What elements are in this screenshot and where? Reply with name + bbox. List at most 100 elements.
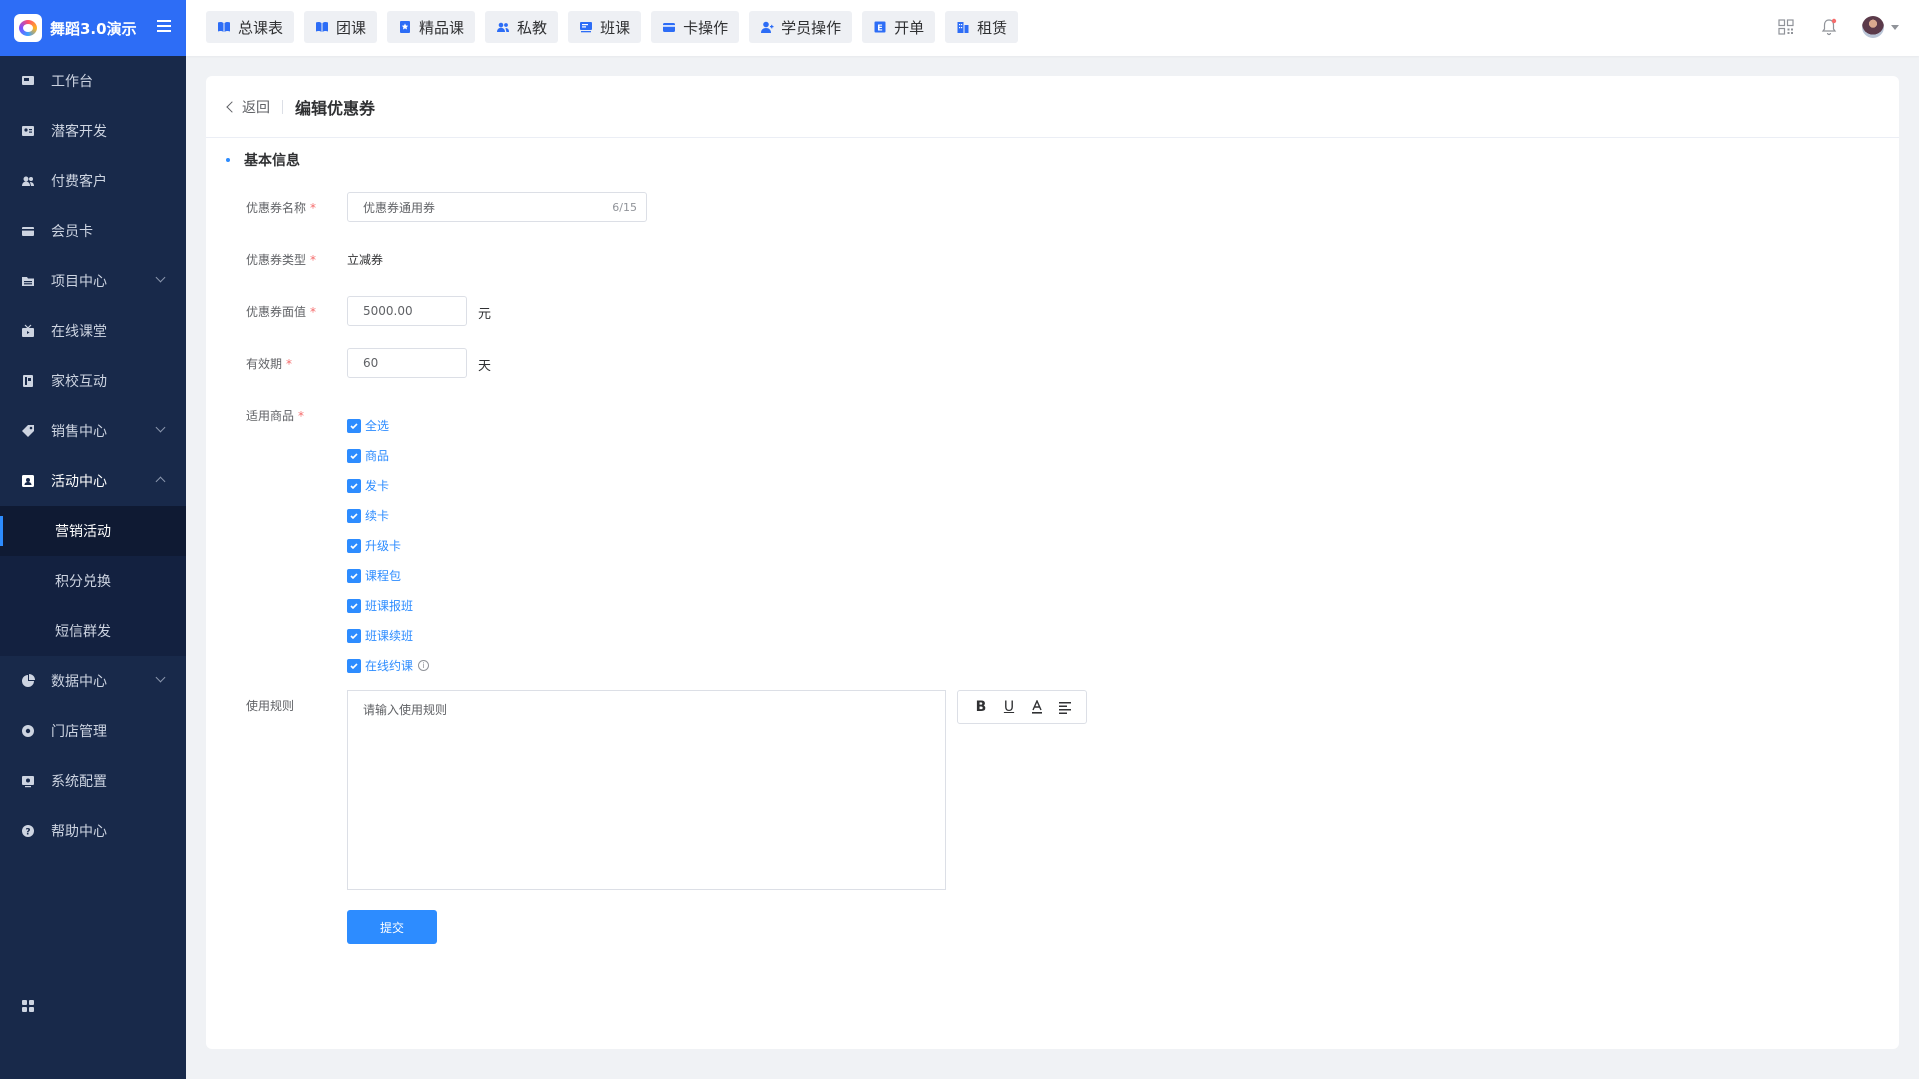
checkbox-checked-icon (347, 418, 361, 433)
tab-group-class[interactable]: 团课 (304, 11, 378, 43)
checkbox-checked-icon (347, 598, 361, 613)
tab-label: 团课 (336, 18, 367, 37)
receipt-icon: E (873, 20, 887, 34)
user-avatar[interactable] (1862, 16, 1884, 38)
required-mark: * (286, 357, 293, 371)
tab-premium-class[interactable]: 精品课 (387, 11, 476, 43)
sidebar-item-label: 家校互动 (51, 374, 107, 390)
align-left-icon[interactable] (1054, 696, 1076, 718)
book-open-icon (217, 20, 231, 34)
checkbox-label: 升级卡 (365, 539, 402, 553)
sidebar-item-store-management[interactable]: 门店管理 (0, 706, 186, 756)
font-color-icon[interactable] (1026, 696, 1048, 718)
rules-label: 使用规则 (246, 697, 294, 714)
checkbox-issue-card[interactable]: 发卡 (347, 477, 389, 494)
sidebar-item-workbench[interactable]: 工作台 (0, 56, 186, 106)
checkbox-label: 班课报班 (365, 599, 414, 613)
checkbox-class-enroll[interactable]: 班课报班 (347, 597, 413, 614)
sidebar-item-system-config[interactable]: 系统配置 (0, 756, 186, 806)
face-value-label-text: 优惠券面值 (246, 305, 307, 319)
sidebar-item-label: 数据中心 (51, 674, 107, 690)
face-value-label: 优惠券面值 * (246, 303, 316, 320)
sidebar-item-label: 会员卡 (51, 224, 93, 240)
sidebar-item-member-card[interactable]: 会员卡 (0, 206, 186, 256)
checkbox-label: 续卡 (365, 509, 390, 523)
underline-icon[interactable]: U (998, 696, 1020, 718)
checkbox-checked-icon (347, 568, 361, 583)
face-value-input[interactable]: 5000.00 (347, 296, 467, 326)
sidebar-item-project-center[interactable]: 项目中心 (0, 256, 186, 306)
checkbox-renew-card[interactable]: 续卡 (347, 507, 389, 524)
checkbox-goods[interactable]: 商品 (347, 447, 389, 464)
rules-placeholder: 请输入使用规则 (363, 703, 448, 717)
sidebar-item-prospects[interactable]: 潜客开发 (0, 106, 186, 156)
tab-class-course[interactable]: 班课 (568, 11, 642, 43)
checkbox-select-all[interactable]: 全选 (347, 417, 389, 434)
tab-label: 租赁 (977, 18, 1008, 37)
tab-private-lesson[interactable]: 私教 (485, 11, 559, 43)
sidebar-item-label: 项目中心 (51, 274, 107, 290)
checkbox-checked-icon (347, 478, 361, 493)
products-label-text: 适用商品 (246, 409, 295, 423)
checkbox-checked-icon (347, 628, 361, 643)
qr-code-icon[interactable] (1778, 19, 1794, 35)
settings-icon (21, 774, 35, 788)
contact-card-icon (21, 124, 35, 138)
tab-student-operation[interactable]: 学员操作 (749, 11, 853, 43)
coupon-type-value: 立减券 (347, 253, 384, 267)
sidebar-subitem-sms[interactable]: 短信群发 (0, 606, 186, 656)
back-button[interactable]: 返回 (226, 97, 270, 117)
section-dot (226, 158, 230, 162)
book-open-icon (315, 20, 329, 34)
chevron-down-icon (155, 672, 166, 683)
sidebar-subitem-marketing[interactable]: 营销活动 (0, 506, 186, 556)
monitor-icon (21, 74, 35, 88)
checkbox-checked-icon (347, 508, 361, 523)
sidebar-item-activity-center[interactable]: 活动中心 (0, 456, 186, 506)
tab-label: 私教 (517, 18, 548, 37)
sidebar-item-data-center[interactable]: 数据中心 (0, 656, 186, 706)
rules-textarea[interactable]: 请输入使用规则 (347, 690, 946, 890)
sidebar-subitem-label: 营销活动 (55, 524, 111, 540)
coupon-type-label: 优惠券类型 * (246, 251, 316, 268)
notification-bell-icon[interactable] (1821, 18, 1837, 36)
tab-label: 班课 (600, 18, 631, 37)
sidebar-item-paid-customers[interactable]: 付费客户 (0, 156, 186, 206)
sidebar-item-home-school[interactable]: 家校互动 (0, 356, 186, 406)
tab-schedule[interactable]: 总课表 (206, 11, 295, 43)
menu-toggle-icon[interactable] (157, 20, 171, 34)
bold-icon[interactable]: B (970, 696, 992, 718)
coupon-name-input[interactable]: 优惠券通用券 6/15 (347, 192, 647, 222)
sidebar-item-online-classroom[interactable]: 在线课堂 (0, 306, 186, 356)
sidebar-item-sales-center[interactable]: 销售中心 (0, 406, 186, 456)
pie-chart-icon (21, 674, 35, 688)
user-icon (760, 20, 774, 34)
building-icon (956, 20, 970, 34)
checkbox-course-package[interactable]: 课程包 (347, 567, 401, 584)
tab-open-order[interactable]: E 开单 (862, 11, 936, 43)
caret-down-icon[interactable] (1891, 25, 1899, 30)
sidebar-subitem-points[interactable]: 积分兑换 (0, 556, 186, 606)
star-book-icon (398, 20, 412, 34)
svg-text:E: E (877, 23, 882, 32)
checkbox-online-booking[interactable]: 在线约课 i (347, 657, 430, 674)
sidebar-item-help-center[interactable]: ? 帮助中心 (0, 806, 186, 856)
checkbox-label: 班课续班 (365, 629, 414, 643)
users-icon (496, 20, 510, 34)
tab-rental[interactable]: 租赁 (945, 11, 1019, 43)
checkbox-class-renew[interactable]: 班课续班 (347, 627, 413, 644)
validity-input[interactable]: 60 (347, 348, 467, 378)
coupon-name-label-text: 优惠券名称 (246, 201, 307, 215)
chevron-up-icon (155, 476, 166, 487)
tab-card-operation[interactable]: 卡操作 (651, 11, 740, 43)
store-icon (21, 724, 35, 738)
submit-button[interactable]: 提交 (347, 910, 437, 944)
checkbox-upgrade-card[interactable]: 升级卡 (347, 537, 401, 554)
card-icon (21, 224, 35, 238)
folder-icon (21, 274, 35, 288)
info-icon[interactable]: i (418, 660, 430, 671)
coupon-name-value: 优惠券通用券 (363, 200, 436, 215)
char-counter: 6/15 (612, 201, 637, 214)
apps-grid-icon[interactable] (21, 998, 35, 1012)
section-title: 基本信息 (226, 150, 300, 170)
